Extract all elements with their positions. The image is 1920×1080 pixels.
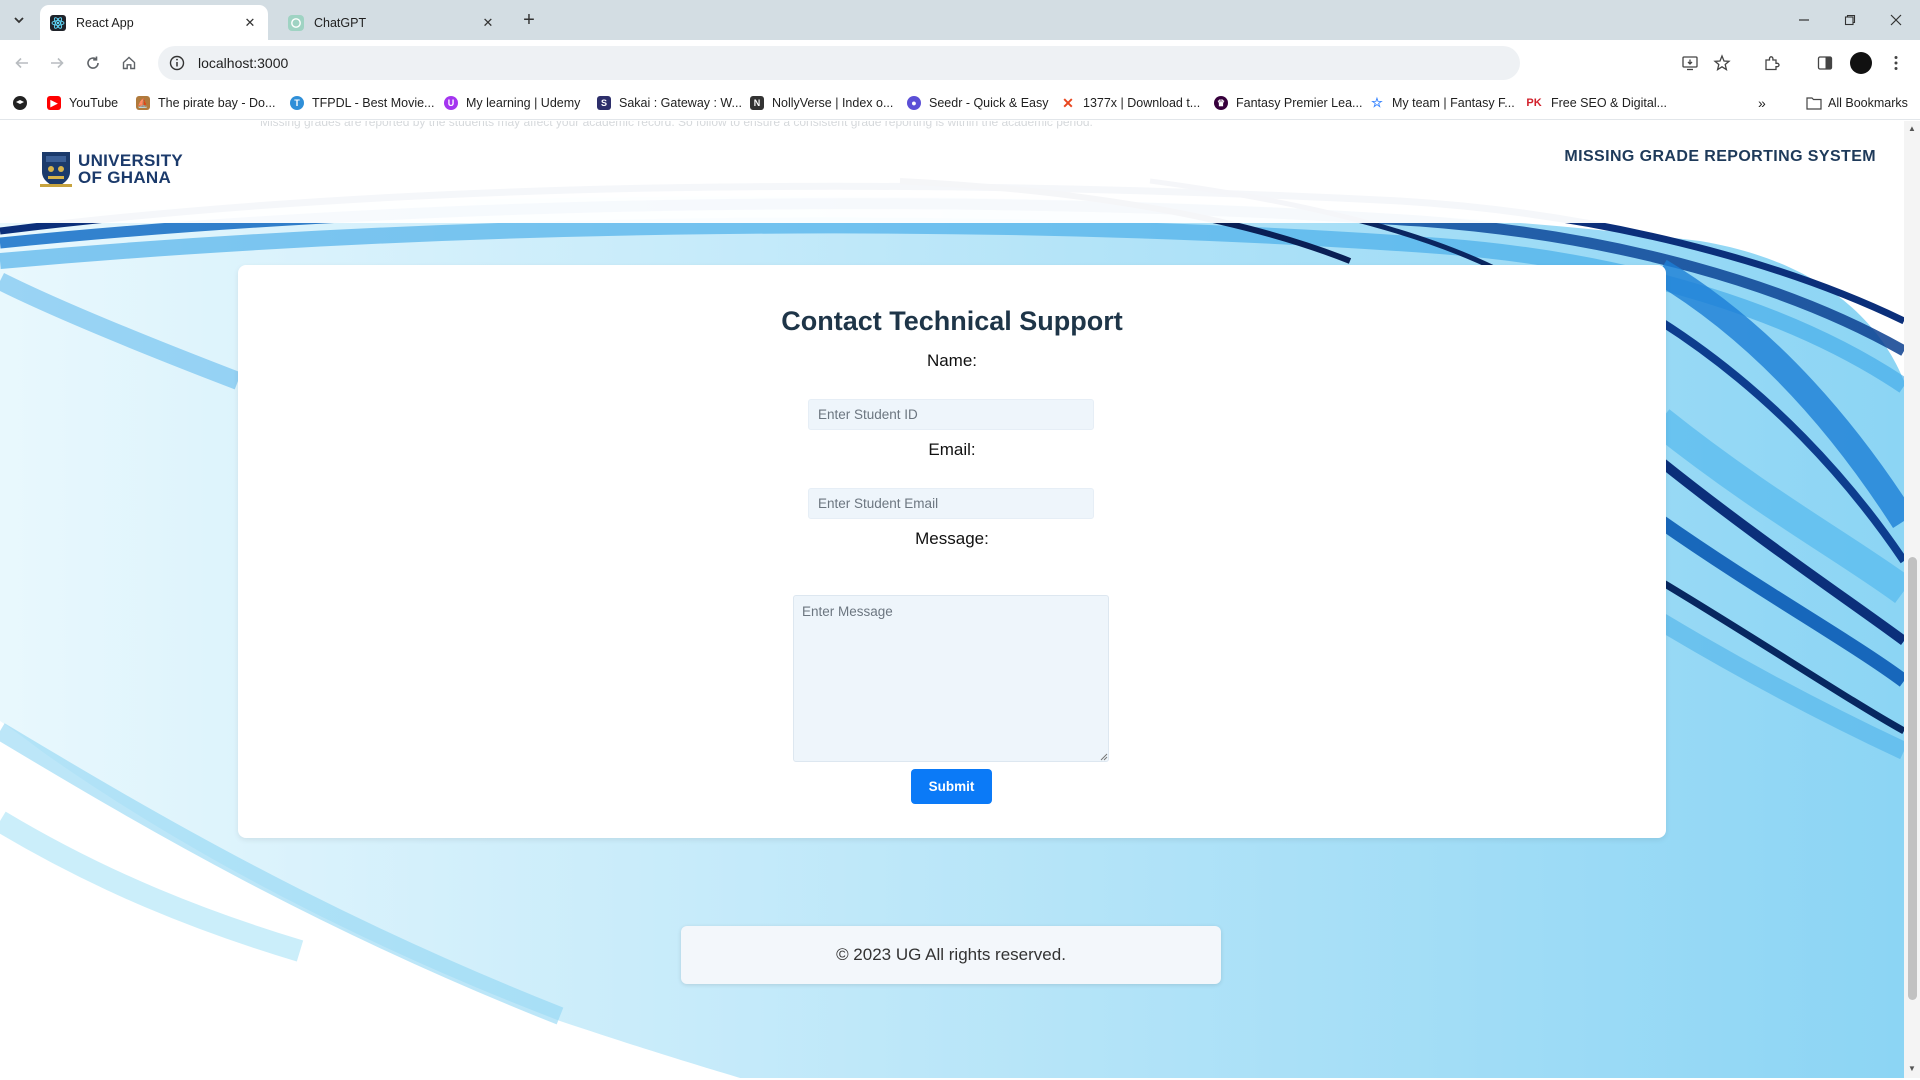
chatgpt-icon — [288, 14, 304, 31]
university-wordmark: UNIVERSITY OF GHANA — [78, 152, 183, 186]
email-input[interactable] — [808, 488, 1094, 519]
submit-button[interactable]: Submit — [911, 769, 992, 804]
folder-icon — [1806, 97, 1822, 110]
bookmark-label: NollyVerse | Index o... — [772, 96, 894, 110]
site-header: Missing grades are reported by the stude… — [0, 121, 1904, 223]
university-crest-icon — [40, 152, 72, 187]
forward-arrow-icon[interactable] — [45, 51, 69, 75]
close-tab-icon[interactable]: ✕ — [480, 15, 496, 31]
udemy-icon: U — [444, 96, 458, 110]
youtube-icon: ▶ — [47, 96, 61, 110]
close-window-icon[interactable] — [1884, 8, 1908, 32]
bookmark-label: The pirate bay - Do... — [158, 96, 276, 110]
bookmark-star-icon[interactable] — [1710, 51, 1734, 75]
reload-icon[interactable] — [81, 51, 105, 75]
page-viewport: Missing grades are reported by the stude… — [0, 121, 1904, 1078]
bookmark-label: My learning | Udemy — [466, 96, 581, 110]
name-label: Name: — [926, 351, 978, 370]
bookmark-nollyverse[interactable]: N NollyVerse | Index o... — [750, 94, 893, 112]
back-arrow-icon[interactable] — [10, 51, 34, 75]
logo-line-2: OF GHANA — [78, 168, 172, 187]
seedr-icon: ● — [907, 96, 921, 110]
bookmark-fantasy-premier-league[interactable]: ♛ Fantasy Premier Lea... — [1214, 94, 1362, 112]
bookmark-label: Sakai : Gateway : W... — [619, 96, 742, 110]
x-icon: ✕ — [1062, 94, 1074, 111]
bookmark-tfpdl[interactable]: T TFPDL - Best Movie... — [290, 94, 434, 112]
logo-line-1: UNIVERSITY — [78, 151, 184, 170]
bookmark-label: Free SEO & Digital... — [1551, 96, 1668, 110]
profile-avatar[interactable] — [1850, 52, 1872, 74]
browser-toolbar: localhost:3000 — [0, 40, 1920, 86]
bookmark-1377x[interactable]: ✕ 1377x | Download t... — [1061, 94, 1200, 112]
bookmark-label: TFPDL - Best Movie... — [312, 96, 435, 110]
footer: © 2023 UG All rights reserved. — [681, 926, 1221, 984]
bookmark-label: Fantasy Premier Lea... — [1236, 96, 1363, 110]
browser-tab-bar: React App ✕ ChatGPT ✕ + — [0, 0, 1920, 40]
tfpdl-icon: T — [290, 96, 304, 110]
minimize-icon[interactable] — [1792, 8, 1816, 32]
pirate-ship-icon: ⛵ — [136, 96, 150, 110]
name-input[interactable] — [808, 399, 1094, 430]
page-scrollbar[interactable]: ▲ ▼ — [1904, 121, 1920, 1078]
header-faded-notice: Missing grades are reported by the stude… — [260, 121, 1093, 129]
bookmark-label: My team | Fantasy F... — [1392, 96, 1515, 110]
tab-chatgpt[interactable]: ChatGPT ✕ — [278, 5, 506, 40]
tab-title: React App — [76, 15, 134, 30]
bookmark-label: Seedr - Quick & Easy — [929, 96, 1049, 110]
page-title: Contact Technical Support — [781, 306, 1123, 336]
scroll-down-arrow-icon[interactable]: ▼ — [1908, 1065, 1916, 1073]
copyright-text: © 2023 UG All rights reserved. — [836, 945, 1066, 964]
bookmark-youtube[interactable]: ▶ YouTube — [47, 94, 118, 112]
premier-league-icon: ♛ — [1214, 96, 1228, 110]
pk-icon: PK — [1526, 97, 1542, 109]
new-tab-plus-icon[interactable]: + — [518, 9, 540, 31]
address-bar[interactable]: localhost:3000 — [158, 46, 1520, 80]
message-textarea[interactable] — [793, 595, 1109, 762]
fantasy-star-icon: ☆ — [1371, 95, 1383, 110]
restore-icon[interactable] — [1838, 8, 1862, 32]
all-bookmarks-label: All Bookmarks — [1828, 96, 1908, 110]
url-text: localhost:3000 — [198, 55, 289, 71]
bookmarks-bar: ▶ YouTube ⛵ The pirate bay - Do... T TFP… — [0, 86, 1920, 120]
bookmark-udemy[interactable]: U My learning | Udemy — [444, 94, 580, 112]
message-label: Message: — [915, 529, 989, 548]
react-icon — [50, 14, 66, 31]
resize-handle-icon[interactable] — [1100, 753, 1108, 761]
system-title: MISSING GRADE REPORTING SYSTEM — [1564, 148, 1876, 165]
email-label: Email: — [928, 440, 976, 459]
all-bookmarks-folder[interactable]: All Bookmarks — [1806, 94, 1908, 112]
tab-title: ChatGPT — [314, 15, 367, 30]
bookmark-free-seo[interactable]: PK Free SEO & Digital... — [1525, 94, 1667, 112]
close-tab-icon[interactable]: ✕ — [242, 15, 258, 31]
tab-react-app[interactable]: React App ✕ — [40, 5, 268, 40]
university-logo[interactable]: UNIVERSITY OF GHANA — [40, 150, 183, 188]
site-info-icon[interactable] — [168, 54, 186, 72]
bookmark-label: 1377x | Download t... — [1083, 96, 1201, 110]
more-bookmarks-chevron-icon[interactable]: » — [1758, 94, 1766, 112]
bookmark-pirate-bay[interactable]: ⛵ The pirate bay - Do... — [136, 94, 275, 112]
scroll-up-arrow-icon[interactable]: ▲ — [1908, 125, 1916, 133]
nollyverse-icon: N — [750, 96, 764, 110]
kebab-menu-icon[interactable] — [1884, 51, 1908, 75]
extensions-puzzle-icon[interactable] — [1760, 51, 1784, 75]
side-panel-icon[interactable] — [1813, 51, 1837, 75]
install-app-icon[interactable] — [1678, 51, 1702, 75]
sakai-icon: S — [597, 96, 611, 110]
bookmark-fantasy-team[interactable]: ☆ My team | Fantasy F... — [1370, 94, 1515, 112]
contact-support-card: Contact Technical Support Name: Email: M… — [238, 265, 1666, 838]
bookmark-seedr[interactable]: ● Seedr - Quick & Easy — [907, 94, 1049, 112]
bookmark-sakai[interactable]: S Sakai : Gateway : W... — [597, 94, 742, 112]
bookmark-label: YouTube — [69, 96, 119, 110]
scrollbar-thumb[interactable] — [1908, 557, 1917, 1000]
tab-search-chevron-icon[interactable] — [8, 9, 30, 31]
apps-icon[interactable] — [12, 94, 28, 112]
home-icon[interactable] — [117, 51, 141, 75]
